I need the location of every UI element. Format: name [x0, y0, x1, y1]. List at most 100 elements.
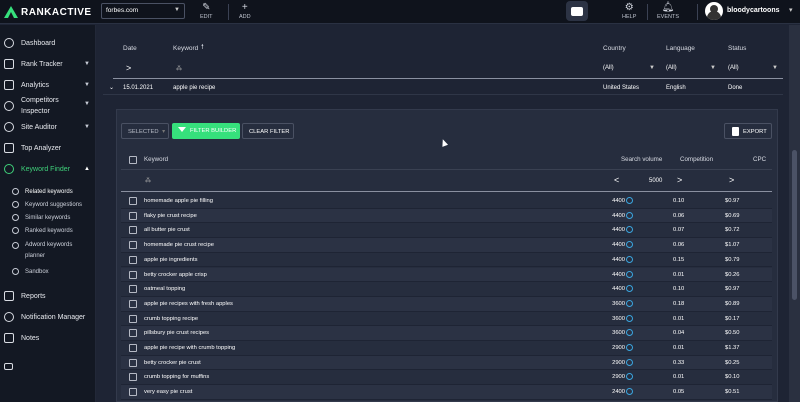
row-checkbox[interactable] [129, 329, 137, 338]
trend-icon[interactable] [626, 373, 633, 381]
trend-icon[interactable] [626, 299, 633, 307]
sv-filter-value[interactable]: 5000 [649, 178, 662, 184]
trend-icon[interactable] [626, 226, 633, 234]
sidebar-subitem-similar-keywords[interactable]: Similar keywords [0, 214, 96, 221]
sidebar-item-reports[interactable]: Reports [0, 291, 96, 301]
row-checkbox[interactable] [129, 241, 137, 250]
outer-table-row[interactable]: ⌄ 15.01.2021 apple pie recipe United Sta… [103, 81, 783, 95]
row-checkbox[interactable] [129, 299, 137, 308]
site-select[interactable]: forbes.com ▼ [101, 3, 185, 19]
row-checkbox[interactable] [129, 358, 137, 367]
logo[interactable]: RANKACTIVE [4, 5, 92, 19]
trend-icon[interactable] [626, 314, 633, 322]
table-row[interactable]: betty crocker apple crisp 4400 0.01 $0.26 [121, 267, 772, 283]
trend-icon[interactable] [626, 388, 633, 396]
trend-icon[interactable] [626, 211, 633, 219]
sidebar-item-notification-manager[interactable]: Notification Manager [0, 312, 96, 322]
col-language[interactable]: Language [666, 45, 695, 52]
sv-filter-operator[interactable]: < [614, 175, 619, 185]
competition-filter-operator[interactable]: > [677, 175, 682, 185]
row-checkbox[interactable] [129, 285, 137, 294]
sidebar-subitem-related-keywords[interactable]: Related keywords [0, 188, 96, 195]
col-country[interactable]: Country [603, 45, 626, 52]
row-checkbox[interactable] [129, 211, 137, 220]
table-row[interactable]: crumb topping for muffins 2900 0.01 $0.10 [121, 370, 772, 386]
col-search-volume[interactable]: Search volume [621, 156, 662, 163]
trend-icon[interactable] [626, 358, 633, 366]
table-row[interactable]: all butter pie crust 4400 0.07 $0.72 [121, 223, 772, 239]
scrollbar-thumb[interactable] [792, 150, 797, 300]
trend-icon[interactable] [626, 197, 633, 204]
col-date[interactable]: Date [123, 45, 137, 52]
sidebar-item-label: Competitors Inspector [21, 97, 59, 115]
events-button[interactable]: 🔔︎ EVENTS [657, 2, 679, 20]
row-checkbox[interactable] [129, 314, 137, 323]
col-keyword[interactable]: Keyword [173, 45, 198, 52]
sidebar-subitem-ranked-keywords[interactable]: Ranked keywords [0, 227, 96, 234]
col-status[interactable]: Status [728, 45, 746, 52]
filter-builder-button[interactable]: FILTER BUILDER [172, 123, 240, 139]
row-checkbox[interactable] [129, 255, 137, 264]
username[interactable]: bloodycartoons [727, 7, 780, 14]
trend-icon[interactable] [626, 241, 633, 249]
table-row[interactable]: apple pie recipe with crumb topping 2900 0… [121, 341, 772, 356]
sidebar-item-dashboard[interactable]: Dashboard [0, 38, 96, 48]
chat-button[interactable] [566, 1, 588, 21]
row-checkbox[interactable] [129, 344, 137, 352]
select-all-checkbox[interactable] [129, 156, 137, 164]
filter-icon[interactable]: ⁂ [145, 177, 151, 184]
row-checkbox[interactable] [129, 373, 137, 382]
table-row[interactable]: flaky pie crust recipe 4400 0.06 $0.69 [121, 208, 772, 224]
trend-icon[interactable] [626, 270, 633, 278]
help-button[interactable]: ⚙ HELP [622, 2, 636, 20]
row-checkbox[interactable] [129, 388, 137, 397]
add-button[interactable]: + ADD [239, 2, 251, 20]
chevron-down-icon[interactable]: ⌄ [109, 84, 114, 91]
col-keyword[interactable]: Keyword [144, 156, 168, 163]
table-row[interactable]: homemade pie crust recipe 4400 0.06 $1.07 [121, 238, 772, 253]
sidebar-item-analytics[interactable]: Analytics ▼ [0, 80, 96, 90]
collapse-sidebar-button[interactable] [0, 363, 96, 370]
sidebar-item-rank-tracker[interactable]: Rank Tracker ▼ [0, 59, 96, 69]
edit-button[interactable]: ✎ EDIT [200, 2, 213, 20]
cpc-filter-operator[interactable]: > [729, 175, 734, 185]
table-row[interactable]: very easy pie crust 2400 0.05 $0.51 [121, 385, 772, 400]
country-filter[interactable]: (All) ▼ [603, 65, 655, 71]
chevron-down-icon[interactable]: ▾ [789, 6, 793, 14]
trend-icon[interactable] [626, 344, 633, 351]
sidebar-subitem-sandbox[interactable]: Sandbox [0, 268, 96, 275]
sidebar-item-notes[interactable]: Notes [0, 333, 96, 343]
sidebar-item-top-analyzer[interactable]: Top Analyzer [0, 143, 96, 153]
language-filter[interactable]: (All) ▼ [666, 65, 716, 71]
clear-filter-button[interactable]: CLEAR FILTER [242, 123, 294, 139]
table-row[interactable]: crumb topping recipe 3600 0.01 $0.17 [121, 312, 772, 327]
date-filter-operator[interactable]: > [126, 63, 131, 73]
table-row[interactable]: apple pie ingredients 4400 0.15 $0.79 [121, 253, 772, 268]
table-row[interactable]: pillsbury pie crust recipes 3600 0.04 $0.50 [121, 326, 772, 341]
avatar[interactable] [705, 2, 723, 20]
bell-icon [4, 312, 14, 322]
sidebar-item-site-auditor[interactable]: Site Auditor ▼ [0, 122, 96, 132]
trend-icon[interactable] [626, 329, 633, 337]
sort-asc-icon[interactable]: 🠕 [201, 43, 204, 54]
filter-icon[interactable]: ⁂ [176, 65, 182, 72]
sidebar-subitem-keyword-suggestions[interactable]: Keyword suggestions [0, 201, 96, 208]
selected-button[interactable]: SELECTED ▾ [121, 123, 169, 139]
col-competition[interactable]: Competition [680, 156, 713, 163]
row-checkbox[interactable] [129, 270, 137, 279]
col-cpc[interactable]: CPC [753, 156, 766, 163]
status-filter[interactable]: (All) ▼ [728, 65, 778, 71]
table-row[interactable]: oatmeal topping 4400 0.10 $0.97 [121, 282, 772, 297]
sidebar-item-competitors[interactable]: Competitors Inspector ▼ [0, 95, 96, 117]
sidebar-subitem-adword-keywords[interactable]: Adword keywords planner [0, 240, 96, 262]
table-row[interactable]: apple pie recipes with fresh apples 3600 0… [121, 296, 772, 312]
row-checkbox[interactable] [129, 226, 137, 235]
trend-icon[interactable] [626, 285, 633, 293]
export-button[interactable]: EXPORT [724, 123, 772, 139]
trend-icon[interactable] [626, 255, 633, 263]
row-checkbox[interactable] [129, 197, 137, 205]
table-row[interactable]: betty crocker pie crust 2900 0.33 $0.25 [121, 355, 772, 371]
table-row[interactable]: homemade apple pie filling 4400 0.10 $0.97 [121, 194, 772, 209]
sidebar-item-keyword-finder[interactable]: Keyword Finder ▲ [0, 164, 96, 174]
row-competition: 0.06 [673, 212, 685, 219]
